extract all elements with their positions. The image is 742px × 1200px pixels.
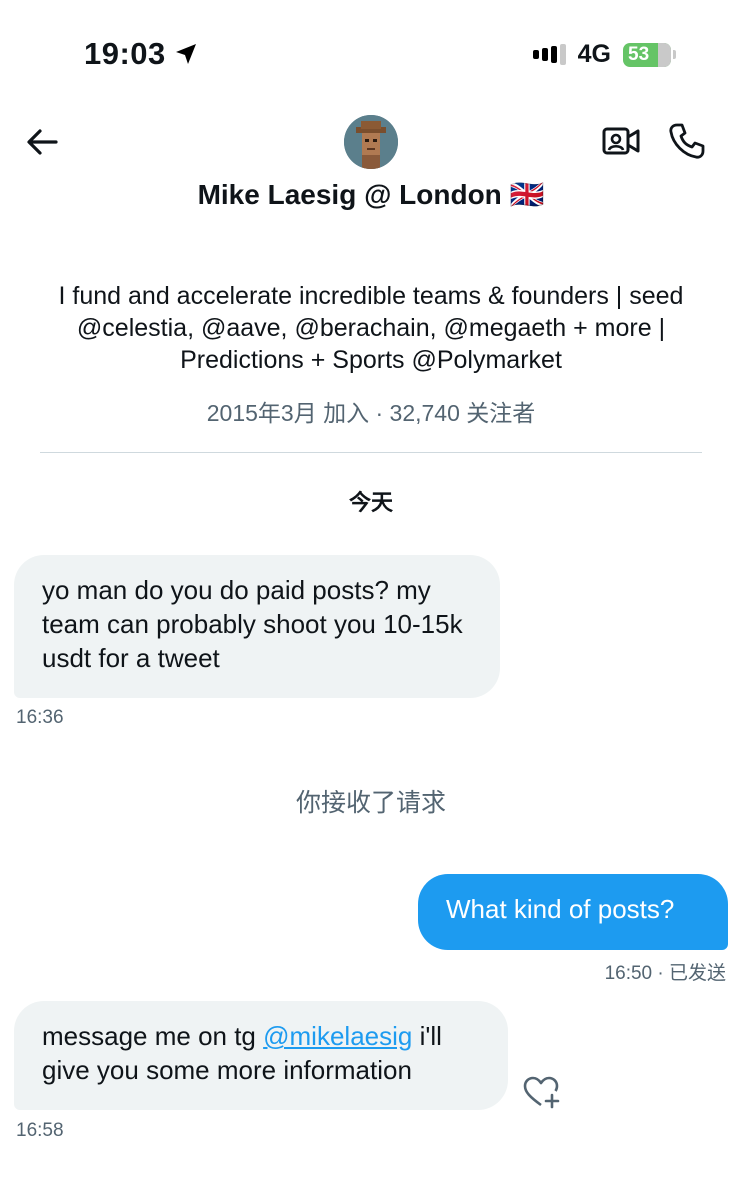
signal-icon bbox=[532, 44, 566, 65]
message-text-before: message me on tg bbox=[42, 1021, 264, 1051]
message-text: What kind of posts? bbox=[446, 894, 675, 924]
message-timestamp-sent: 16:50 · 已发送 bbox=[604, 963, 726, 984]
avatar[interactable] bbox=[344, 115, 398, 169]
contact-name: Mike Laesig @ London 🇬🇧 bbox=[197, 179, 545, 210]
divider bbox=[40, 452, 702, 453]
message-text: yo man do you do paid posts? my team can… bbox=[42, 575, 463, 673]
network-type: 4G bbox=[577, 40, 611, 68]
battery-level: 53 bbox=[628, 43, 650, 65]
profile-bio: I fund and accelerate incredible teams &… bbox=[58, 282, 684, 374]
video-call-icon[interactable] bbox=[602, 124, 640, 158]
status-time: 19:03 bbox=[84, 36, 198, 72]
message-bubble-outgoing[interactable]: What kind of posts? bbox=[418, 874, 728, 950]
add-reaction-heart-icon[interactable] bbox=[522, 1075, 560, 1109]
status-time-text: 19:03 bbox=[84, 36, 166, 71]
message-bubble-incoming[interactable]: yo man do you do paid posts? my team can… bbox=[14, 555, 500, 698]
back-arrow-icon[interactable] bbox=[24, 124, 60, 160]
day-label: 今天 bbox=[348, 490, 393, 515]
request-accepted-note: 你接收了请求 bbox=[295, 789, 446, 817]
battery-charging-icon: 53 bbox=[623, 42, 676, 67]
location-arrow-icon bbox=[175, 44, 196, 64]
phone-call-icon[interactable] bbox=[668, 122, 706, 160]
message-bubble-incoming[interactable]: message me on tg @mikelaesig i'll give y… bbox=[14, 1001, 508, 1110]
profile-meta: 2015年3月 加入 · 32,740 关注者 bbox=[206, 400, 536, 426]
message-timestamp: 16:36 bbox=[16, 707, 64, 728]
message-timestamp: 16:58 bbox=[16, 1120, 64, 1141]
status-indicators: 4G 53 bbox=[532, 40, 676, 69]
telegram-mention-link[interactable]: @mikelaesig bbox=[263, 1021, 412, 1051]
